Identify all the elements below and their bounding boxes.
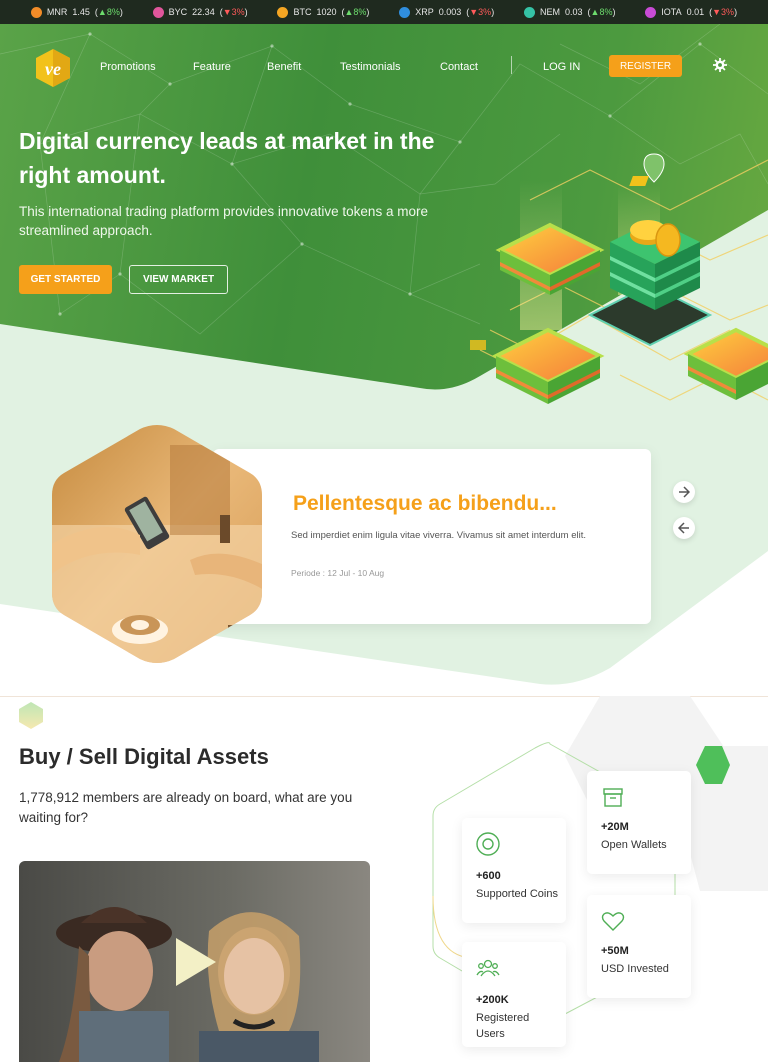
xrp-coin-icon [399, 6, 411, 18]
arrow-up-icon: ▲ [97, 7, 107, 17]
arrow-right-icon [679, 486, 690, 498]
video-thumbnail [19, 861, 370, 1062]
ticker-item-byc[interactable]: BYC 22.34 (▼3%) [152, 6, 248, 18]
ticker-item-btc[interactable]: BTC 1020 (▲8%) [277, 6, 370, 18]
promo-description: Sed imperdiet enim ligula vitae viverra.… [291, 530, 586, 541]
hero-subtitle: This international trading platform prov… [19, 204, 428, 238]
promo-card[interactable]: Pellentesque ac bibendu... Sed imperdiet… [213, 449, 651, 624]
nav-link-promotions[interactable]: Promotions [100, 61, 156, 73]
promo-title[interactable]: Pellentesque ac bibendu... [293, 492, 557, 516]
ticker-change-value: 3% [721, 7, 735, 17]
promo-period-value: 12 Jul - 10 Aug [327, 568, 385, 578]
arrow-down-icon: ▼ [712, 7, 722, 17]
ticker-change-value: 8% [106, 7, 120, 17]
stat-card-invested: +50M USD Invested [587, 895, 691, 998]
ticker-symbol: BTC [293, 7, 312, 17]
get-started-button[interactable]: GET STARTED [19, 265, 112, 294]
ticker-item-mnr[interactable]: MNR 1.45 (▲8%) [30, 6, 123, 18]
stat-label-coins: Supported Coins [476, 888, 558, 900]
nav-link-feature[interactable]: Feature [193, 61, 231, 73]
ticker-change: (▲8%) [587, 7, 616, 17]
ticker-price: 1.45 [72, 7, 90, 17]
ticker-price: 0.01 [686, 7, 705, 17]
iota-coin-icon [645, 6, 657, 18]
stat-label-invested: USD Invested [601, 963, 669, 975]
byc-coin-icon [152, 6, 164, 18]
ticker-symbol: BYC [168, 7, 188, 17]
ticker-price: 22.34 [192, 7, 215, 17]
nav-divider [511, 56, 512, 74]
login-link[interactable]: LOG IN [543, 61, 580, 73]
ticker-symbol: IOTA [661, 7, 682, 17]
ticker-change: (▼3%) [709, 7, 738, 17]
stat-card-users: +200K Registered Users [462, 942, 566, 1047]
coin-icon [476, 832, 500, 856]
assets-title: Buy / Sell Digital Assets [19, 744, 269, 769]
users-icon [476, 959, 500, 977]
price-ticker: MNR 1.45 (▲8%) BYC 22.34 (▼3%) BTC 1020 (▲8%) XRP… [0, 0, 768, 24]
gear-icon[interactable] [713, 58, 727, 72]
promo-period: Periode : 12 Jul - 10 Aug [291, 568, 384, 578]
stat-value-invested: +50M [601, 945, 629, 957]
wallet-box-icon [603, 788, 623, 807]
top-navigation: ve Promotions Feature Benefit Testimonia… [0, 24, 768, 110]
ticker-change-value: 3% [478, 7, 492, 17]
decorative-hexagon-icon [19, 702, 43, 729]
ticker-change-value: 8% [353, 7, 367, 17]
ticker-symbol: NEM [539, 7, 560, 17]
next-slide-button[interactable] [673, 481, 695, 503]
register-button[interactable]: REGISTER [609, 55, 682, 77]
stat-value-coins: +600 [476, 870, 501, 882]
ticker-change: (▼3%) [466, 7, 495, 17]
ticker-price: 0.003 [438, 7, 462, 17]
crypto-isometric-illustration [470, 153, 768, 404]
ticker-item-xrp[interactable]: XRP 0.003 (▼3%) [399, 6, 495, 18]
btc-coin-icon [277, 6, 289, 18]
stat-value-wallets: +20M [601, 821, 629, 833]
ticker-price: 1020 [316, 7, 337, 17]
heart-icon [601, 912, 625, 931]
ticker-change-value: 3% [231, 7, 245, 17]
stat-value-users: +200K [476, 994, 509, 1006]
ticker-symbol: XRP [415, 7, 434, 17]
ticker-change: (▲8%) [341, 7, 370, 17]
ticker-price: 0.03 [564, 7, 583, 17]
arrow-down-icon: ▼ [222, 7, 232, 17]
promo-video[interactable] [19, 861, 370, 1062]
ticker-change: (▼3%) [219, 7, 248, 17]
hero-title: Digital currency leads at market in the … [19, 128, 435, 188]
stat-card-wallets: +20M Open Wallets [587, 771, 691, 874]
nem-coin-icon [523, 6, 535, 18]
logo-icon[interactable]: ve [35, 48, 71, 88]
ticker-item-iota[interactable]: IOTA 0.01 (▼3%) [645, 6, 738, 18]
ticker-change: (▲8%) [94, 7, 123, 17]
promo-image [52, 425, 262, 663]
ticker-item-nem[interactable]: NEM 0.03 (▲8%) [523, 6, 616, 18]
svg-text:ve: ve [45, 59, 61, 79]
promo-period-label: Periode : [291, 568, 326, 578]
arrow-down-icon: ▼ [469, 7, 479, 17]
arrow-left-icon [678, 522, 689, 534]
stat-card-coins: +600 Supported Coins [462, 818, 566, 923]
stat-label-users: Registered Users [476, 1012, 530, 1040]
stat-label-wallets: Open Wallets [601, 839, 667, 851]
view-market-button[interactable]: VIEW MARKET [129, 265, 228, 294]
nav-link-benefit[interactable]: Benefit [267, 61, 301, 73]
ticker-symbol: MNR [46, 7, 68, 17]
mnr-coin-icon [30, 6, 42, 18]
prev-slide-button[interactable] [673, 517, 695, 539]
assets-subtitle: 1,778,912 members are already on board, … [19, 790, 353, 825]
ticker-change-value: 8% [599, 7, 613, 17]
nav-link-contact[interactable]: Contact [440, 61, 478, 73]
nav-link-testimonials[interactable]: Testimonials [340, 61, 401, 73]
